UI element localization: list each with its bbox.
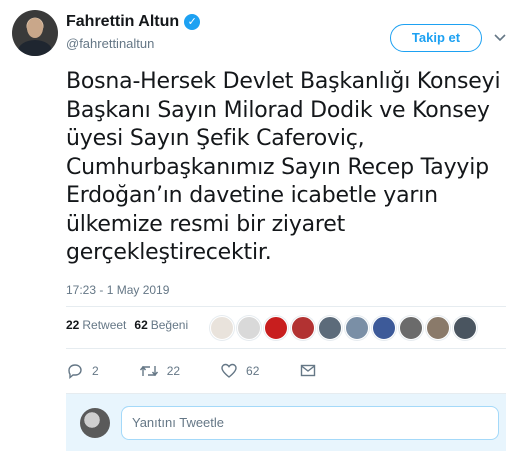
message-action[interactable]: [299, 362, 317, 380]
tweet-card: Fahrettin Altun ✓ @fahrettinaltun Takip …: [0, 0, 524, 451]
tweet-text-line: Bosna-Hersek Devlet Başkanlığı Konseyi: [66, 69, 501, 94]
tweet-text: Bosna-Hersek Devlet Başkanlığı Konseyi B…: [66, 68, 501, 268]
reply-input[interactable]: Yanıtını Tweetle: [121, 406, 499, 440]
tweet-text-line: ülkemize resmi bir ziyaret: [66, 211, 346, 237]
liker-avatar[interactable]: [453, 316, 477, 340]
tweet-text-line: üyesi Sayın Şefik Caferoviç,: [66, 126, 365, 151]
reply-count: 2: [92, 364, 99, 378]
tweet-text-line: Cumhurbaşkanımız Sayın Recep Tayyip: [66, 154, 489, 180]
retweet-stat-count: 22: [66, 318, 80, 332]
tweet-text-line: gerçekleştirecektir.: [66, 240, 272, 265]
like-stat-count: 62: [134, 318, 148, 332]
liker-avatar[interactable]: [264, 316, 288, 340]
tweet-text-line: Başkanı Sayın Milorad Dodik ve Konsey: [66, 97, 490, 123]
like-stat-label: Beğeni: [150, 318, 189, 332]
liker-avatar[interactable]: [291, 316, 315, 340]
avatar-body: [18, 40, 52, 56]
user-handle[interactable]: @fahrettinaltun: [66, 36, 154, 51]
retweet-action[interactable]: 22: [139, 362, 180, 380]
reply-avatar: [80, 408, 110, 438]
reply-icon: [66, 362, 84, 380]
retweet-icon: [139, 362, 159, 380]
retweet-count: 22: [166, 364, 181, 378]
retweet-stat[interactable]: 22 Retweet: [66, 318, 126, 332]
tweet-stats: 22 Retweet 62 Beğeni: [66, 318, 196, 332]
liker-avatar[interactable]: [345, 316, 369, 340]
tweet-actions: 2 22 62: [66, 362, 357, 380]
liker-avatars: [210, 316, 477, 340]
liker-avatar[interactable]: [372, 316, 396, 340]
divider: [66, 348, 506, 349]
display-name[interactable]: Fahrettin Altun: [66, 13, 179, 31]
tweet-timestamp[interactable]: 17:23 - 1 May 2019: [66, 283, 169, 297]
liker-avatar[interactable]: [399, 316, 423, 340]
reply-action[interactable]: 2: [66, 362, 99, 380]
like-stat[interactable]: 62 Beğeni: [134, 318, 188, 332]
verified-badge-icon: ✓: [184, 14, 201, 30]
liker-avatar[interactable]: [237, 316, 261, 340]
chevron-down-icon[interactable]: [493, 30, 507, 44]
liker-avatar[interactable]: [210, 316, 234, 340]
name-row: Fahrettin Altun ✓: [66, 13, 201, 31]
heart-icon: [220, 362, 238, 380]
follow-button[interactable]: Takip et: [390, 24, 482, 52]
retweet-stat-label: Retweet: [82, 318, 127, 332]
avatar-face: [27, 18, 43, 38]
like-count: 62: [246, 364, 260, 378]
divider: [66, 306, 506, 307]
tweet-text-line: Erdoğan’ın davetine icabetle yarın: [66, 183, 438, 208]
user-avatar[interactable]: [12, 10, 58, 56]
envelope-icon: [299, 362, 317, 380]
liker-avatar[interactable]: [318, 316, 342, 340]
liker-avatar[interactable]: [426, 316, 450, 340]
like-action[interactable]: 62: [220, 362, 259, 380]
